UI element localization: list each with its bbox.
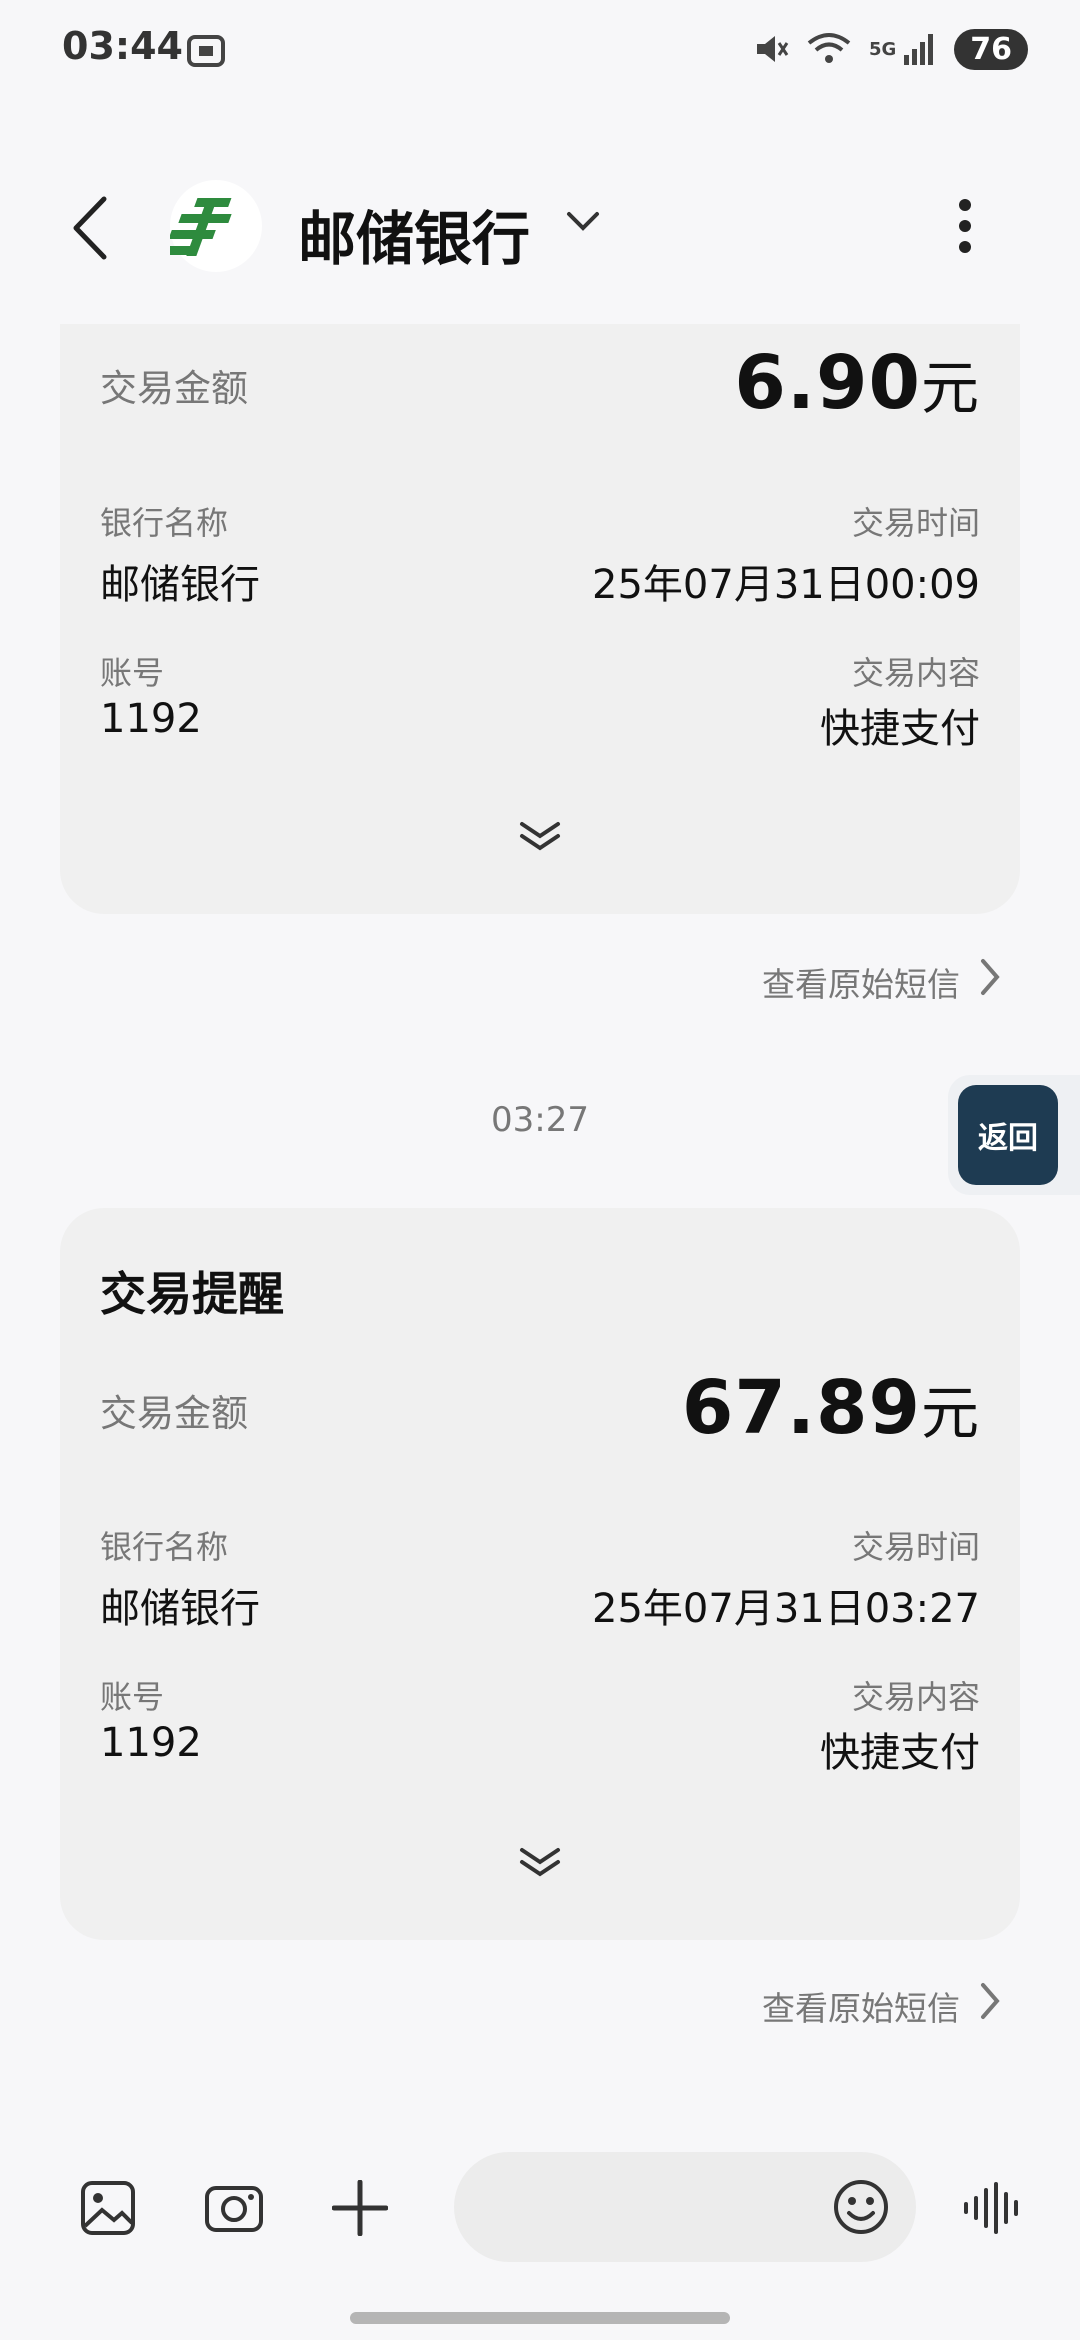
wifi-icon [807,33,851,63]
expand-chevron-icon[interactable] [518,1846,562,1880]
home-indicator[interactable] [350,2312,730,2324]
transaction-time-label: 交易时间 [851,1528,980,1566]
floating-return-button[interactable]: 返回 [958,1085,1058,1185]
voice-wave-icon[interactable] [962,2182,1024,2234]
more-options-icon[interactable] [958,198,972,254]
account-value: 1192 [100,696,202,742]
transaction-time-value: 25年07月31日00:09 [592,562,980,608]
battery-level: 76 [954,28,1028,70]
bank-name-value: 邮储银行 [100,562,260,608]
camera-icon[interactable] [204,2182,264,2234]
transaction-content-label: 交易内容 [851,1678,980,1716]
view-original-sms-link[interactable]: 查看原始短信 [762,1982,960,2030]
screenshot-icon [187,35,225,67]
chevron-right-icon[interactable] [980,1982,1000,2020]
message-timestamp: 03:27 [491,1100,589,1140]
bank-name-label: 银行名称 [100,504,229,542]
expand-chevron-icon[interactable] [518,820,562,854]
status-time: 03:44 [62,24,183,68]
network-label: 5G [868,38,897,60]
page-title[interactable]: 邮储银行 [298,192,530,276]
amount-label: 交易金额 [100,367,248,410]
bank-avatar[interactable] [166,180,262,272]
account-label: 账号 [100,1678,165,1716]
account-label: 账号 [100,654,165,692]
transaction-time-label: 交易时间 [851,504,980,542]
transaction-content-label: 交易内容 [851,654,980,692]
image-gallery-icon[interactable] [80,2180,136,2236]
amount-value: 67.89元 [681,1365,980,1451]
status-icons: 5G 76 [753,26,1028,72]
account-value: 1192 [100,1720,202,1766]
transaction-time-value: 25年07月31日03:27 [592,1586,980,1632]
postal-bank-logo-icon [166,198,232,256]
signal-icon [904,34,934,65]
back-arrow-icon[interactable] [70,195,110,261]
mute-icon [756,36,789,62]
chevron-right-icon[interactable] [980,958,1000,996]
card-heading: 交易提醒 [100,1267,284,1321]
amount-label: 交易金额 [100,1392,248,1435]
bank-name-label: 银行名称 [100,1528,229,1566]
add-icon[interactable] [332,2180,388,2236]
amount-value: 6.90元 [734,340,980,426]
bank-name-value: 邮储银行 [100,1586,260,1632]
emoji-icon[interactable] [832,2178,890,2236]
chevron-down-icon[interactable] [565,210,601,234]
transaction-content-value: 快捷支付 [820,1730,980,1776]
transaction-content-value: 快捷支付 [820,706,980,752]
view-original-sms-link[interactable]: 查看原始短信 [762,958,960,1006]
